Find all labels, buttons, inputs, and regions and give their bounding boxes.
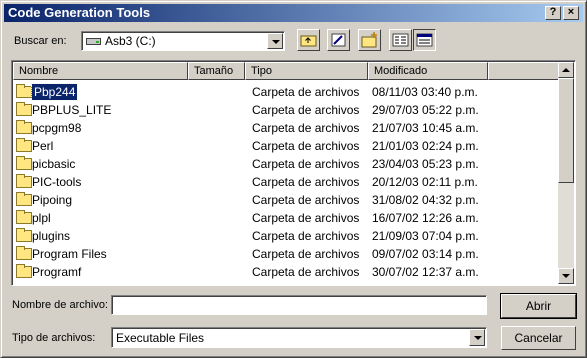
up-folder-icon bbox=[300, 35, 317, 47]
file-row[interactable]: Programf Carpeta de archivos 30/07/02 12:3… bbox=[12, 263, 562, 281]
file-type: Carpeta de archivos bbox=[252, 229, 360, 243]
filename-input[interactable] bbox=[111, 295, 487, 315]
vertical-scrollbar[interactable] bbox=[558, 62, 574, 284]
file-row[interactable]: plpl Carpeta de archivos 16/07/02 12:26 a.… bbox=[12, 209, 562, 227]
column-header-size[interactable]: Tamaño bbox=[188, 62, 245, 80]
file-modified: 23/04/03 05:23 p.m. bbox=[372, 157, 479, 171]
filetype-dropdown-arrow[interactable] bbox=[469, 329, 485, 346]
file-type: Carpeta de archivos bbox=[252, 103, 360, 117]
file-name: Pipoing bbox=[32, 193, 73, 207]
file-name: Pbp244 bbox=[30, 83, 79, 101]
folder-icon bbox=[16, 264, 32, 278]
column-header-modified[interactable]: Modificado bbox=[368, 62, 488, 80]
file-type: Carpeta de archivos bbox=[252, 121, 360, 135]
drive-icon bbox=[86, 38, 101, 45]
cancel-button[interactable]: Cancelar bbox=[501, 326, 576, 350]
file-modified: 21/09/03 07:04 p.m. bbox=[372, 229, 479, 243]
file-name: Program Files bbox=[32, 247, 107, 261]
scroll-down-button[interactable] bbox=[558, 268, 574, 284]
file-type: Carpeta de archivos bbox=[252, 157, 360, 171]
file-list[interactable]: Nombre Tamaño Tipo Modificado Pbp244 Carp… bbox=[11, 60, 576, 286]
look-in-dropdown-arrow[interactable] bbox=[267, 33, 283, 49]
desktop-button[interactable] bbox=[327, 29, 350, 51]
file-name: Perl bbox=[32, 139, 54, 153]
file-type: Carpeta de archivos bbox=[252, 247, 360, 261]
file-modified: 08/11/03 03:40 p.m. bbox=[372, 85, 478, 99]
help-button[interactable]: ? bbox=[545, 6, 561, 20]
file-modified: 16/07/02 12:26 a.m. bbox=[372, 211, 479, 225]
look-in-combo[interactable]: Asb3 (C:) bbox=[81, 31, 285, 51]
folder-icon bbox=[16, 192, 32, 206]
file-row[interactable]: pcpgm98 Carpeta de archivos 21/07/03 10:45… bbox=[12, 119, 562, 137]
scroll-up-button[interactable] bbox=[558, 62, 574, 78]
folder-icon bbox=[16, 102, 32, 116]
file-open-dialog: Code Generation Tools ? × Buscar en: Asb… bbox=[0, 0, 587, 358]
list-view-icon bbox=[392, 33, 409, 47]
filetype-combo[interactable]: Executable Files bbox=[111, 327, 487, 348]
title-bar[interactable]: Code Generation Tools ? × bbox=[4, 4, 583, 22]
file-type: Carpeta de archivos bbox=[252, 211, 360, 225]
folder-icon bbox=[16, 228, 32, 242]
folder-icon bbox=[16, 174, 32, 188]
look-in-label: Buscar en: bbox=[14, 35, 67, 47]
folder-icon bbox=[16, 138, 32, 152]
filetype-label: Tipo de archivos: bbox=[12, 332, 96, 344]
file-modified: 09/07/02 03:14 p.m. bbox=[372, 247, 479, 261]
file-name: PIC-tools bbox=[32, 175, 82, 189]
open-button[interactable]: Abrir bbox=[500, 293, 577, 319]
file-row[interactable]: PBPLUS_LITE Carpeta de archivos 29/07/03 0… bbox=[12, 101, 562, 119]
folder-icon bbox=[16, 120, 32, 134]
file-modified: 31/08/02 04:32 p.m. bbox=[372, 193, 479, 207]
file-row[interactable]: PIC-tools Carpeta de archivos 20/12/03 02:… bbox=[12, 173, 562, 191]
file-name: plpl bbox=[32, 211, 51, 225]
file-modified: 21/01/03 02:24 p.m. bbox=[372, 139, 479, 153]
folder-icon bbox=[16, 84, 32, 98]
desktop-icon bbox=[331, 33, 346, 47]
file-name: Programf bbox=[32, 265, 82, 279]
file-row[interactable]: Perl Carpeta de archivos 21/01/03 02:24 p.… bbox=[12, 137, 562, 155]
column-header-filler bbox=[488, 62, 560, 80]
column-header-name[interactable]: Nombre bbox=[13, 62, 188, 80]
file-modified: 30/07/02 12:37 a.m. bbox=[372, 265, 479, 279]
file-name: PBPLUS_LITE bbox=[32, 103, 112, 117]
file-row[interactable]: Program Files Carpeta de archivos 09/07/02… bbox=[12, 245, 562, 263]
file-type: Carpeta de archivos bbox=[252, 175, 360, 189]
file-name: pcpgm98 bbox=[32, 121, 82, 135]
up-folder-button[interactable] bbox=[297, 29, 320, 51]
window-title: Code Generation Tools bbox=[8, 5, 151, 20]
new-folder-icon bbox=[361, 32, 377, 48]
look-in-value: Asb3 (C:) bbox=[105, 34, 156, 48]
file-name: plugins bbox=[32, 229, 71, 243]
details-view-button[interactable] bbox=[413, 29, 436, 51]
file-modified: 21/07/03 10:45 a.m. bbox=[372, 121, 479, 135]
scroll-thumb[interactable] bbox=[558, 78, 574, 183]
folder-icon bbox=[16, 246, 32, 260]
folder-icon bbox=[16, 210, 32, 224]
file-type: Carpeta de archivos bbox=[252, 193, 360, 207]
list-view-button[interactable] bbox=[389, 29, 412, 51]
file-type: Carpeta de archivos bbox=[252, 265, 360, 279]
new-folder-button[interactable] bbox=[358, 29, 381, 51]
filename-label: Nombre de archivo: bbox=[12, 299, 108, 311]
close-button[interactable]: × bbox=[563, 6, 579, 20]
file-row[interactable]: plugins Carpeta de archivos 21/09/03 07:04… bbox=[12, 227, 562, 245]
column-header-type[interactable]: Tipo bbox=[245, 62, 368, 80]
file-name: picbasic bbox=[32, 157, 76, 171]
details-view-icon bbox=[416, 33, 433, 47]
folder-icon bbox=[16, 156, 32, 170]
file-type: Carpeta de archivos bbox=[252, 139, 360, 153]
file-row[interactable]: Pipoing Carpeta de archivos 31/08/02 04:32… bbox=[12, 191, 562, 209]
file-type: Carpeta de archivos bbox=[252, 85, 360, 99]
filetype-value: Executable Files bbox=[116, 331, 205, 345]
file-modified: 29/07/03 05:22 p.m. bbox=[372, 103, 479, 117]
file-row[interactable]: Pbp244 Carpeta de archivos 08/11/03 03:40 … bbox=[12, 83, 562, 101]
file-modified: 20/12/03 02:11 p.m. bbox=[372, 175, 478, 189]
file-row[interactable]: picbasic Carpeta de archivos 23/04/03 05:2… bbox=[12, 155, 562, 173]
